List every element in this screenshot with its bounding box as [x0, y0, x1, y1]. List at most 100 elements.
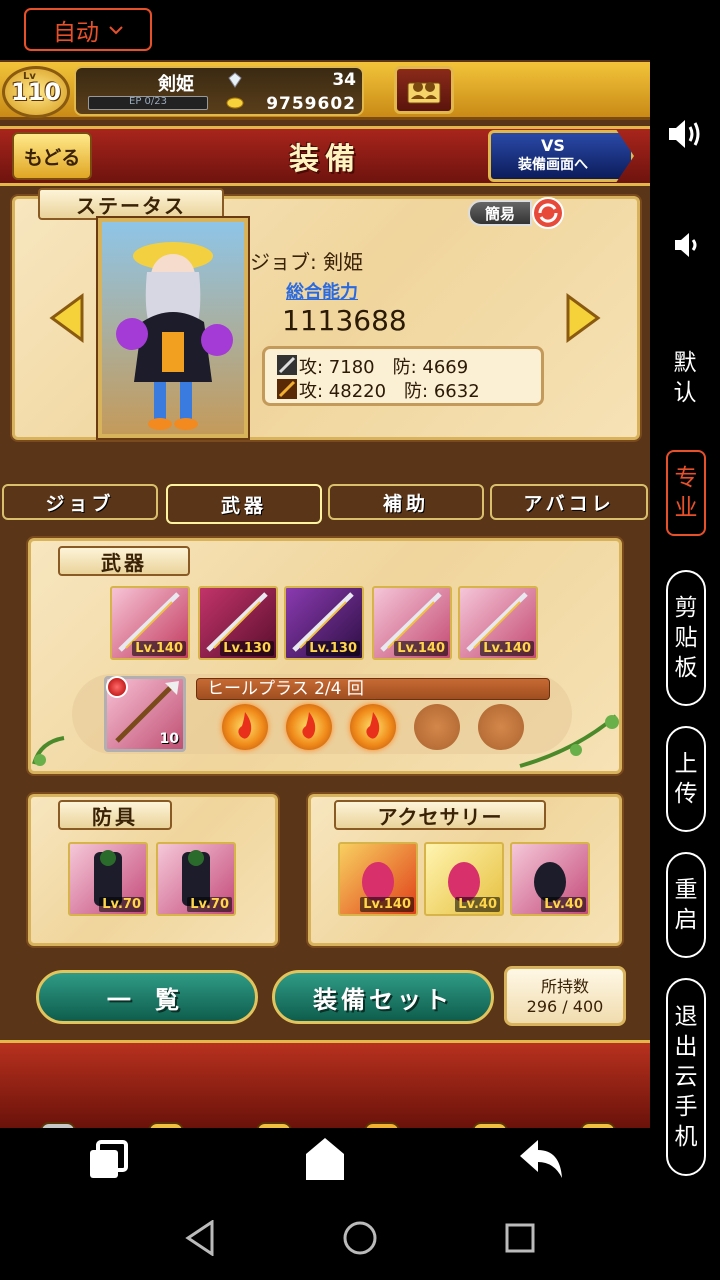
shop-crystal-icon: [357, 1117, 407, 1128]
weapon-slot[interactable]: Lv.140: [110, 586, 190, 660]
tab-weapon[interactable]: 武器: [166, 484, 322, 524]
nav-gacha[interactable]: ガチャ: [224, 1108, 324, 1128]
physical-stats: 攻: 7180 防: 4669: [299, 357, 469, 378]
armor-section-label: 防具: [58, 800, 172, 830]
total-power-value: 1113688: [282, 304, 407, 337]
nav-close-monkey[interactable]: とじる: [548, 1108, 648, 1128]
list-button[interactable]: 一 覧: [36, 970, 258, 1024]
character-portrait[interactable]: [98, 218, 248, 438]
flame-icon: [302, 712, 316, 739]
chevron-down-icon: [109, 25, 123, 34]
android-home-icon[interactable]: [342, 1220, 378, 1256]
player-name: 剣姫: [158, 74, 194, 95]
accessory-slot[interactable]: Lv.40: [424, 842, 504, 916]
accessory-slot[interactable]: Lv.140: [338, 842, 418, 916]
accessory-level: Lv.140: [360, 897, 414, 912]
nav-shop-crystal[interactable]: ショップ: [332, 1108, 432, 1128]
auto-mode-label: 自动: [53, 19, 99, 46]
vine-right-decor: [519, 714, 619, 768]
volume-down-icon[interactable]: [672, 230, 700, 260]
tab-support-label: 補助: [382, 492, 429, 515]
recent-apps-icon[interactable]: [86, 1138, 130, 1182]
game-viewport: Lv 110 剣姫 EP 0/23 34 9759602 もどる 装備 VS 装…: [0, 60, 650, 1128]
staff-icon: [277, 379, 297, 399]
skill-name-bar: ヒールプラス 2/4 回: [196, 678, 550, 700]
weapon-slot[interactable]: Lv.140: [372, 586, 452, 660]
tab-job-label: ジョブ: [45, 492, 115, 515]
equipment-set-button[interactable]: 装備セット: [272, 970, 494, 1024]
sword-icon: [277, 355, 297, 375]
hammer-icon: [141, 1117, 191, 1128]
job-line: ジョブ: 剣姫: [250, 250, 364, 274]
weapon-slot[interactable]: Lv.130: [284, 586, 364, 660]
vs-sub-label: 装備画面へ: [518, 157, 588, 173]
attack-defense-box: 攻: 7180 防: 4669 攻: 48220 防: 6632: [262, 346, 544, 406]
armor-level: Lv.70: [187, 897, 232, 912]
home-icon[interactable]: [304, 1136, 346, 1182]
android-recents-icon[interactable]: [504, 1222, 536, 1254]
flame-icon: [238, 712, 252, 739]
page-title: 装備: [289, 142, 361, 177]
weapon-slot[interactable]: Lv.130: [198, 586, 278, 660]
armor-slot[interactable]: Lv.70: [156, 842, 236, 916]
magic-stats: 攻: 48220 防: 6632: [299, 381, 480, 402]
upload-button[interactable]: 上 传: [666, 726, 706, 832]
vs-label: VS: [541, 136, 565, 155]
back-arrow-icon[interactable]: [518, 1138, 564, 1180]
skill-orb-filled: [222, 704, 268, 750]
friends-button[interactable]: [394, 66, 454, 114]
owned-value: 296 / 400: [526, 997, 604, 1016]
weapon-slot[interactable]: Lv.140: [458, 586, 538, 660]
tab-avatar-collection[interactable]: アバコレ: [490, 484, 648, 520]
tab-job[interactable]: ジョブ: [2, 484, 158, 520]
tab-avatar-label: アバコレ: [523, 492, 615, 515]
owned-count-box: 所持数 296 / 400: [504, 966, 626, 1026]
android-back-icon[interactable]: [184, 1220, 216, 1256]
weapons-section-label: 武器: [58, 546, 190, 576]
weapon-level: Lv.140: [394, 641, 448, 656]
total-power-label: 総合能力: [286, 282, 358, 303]
skill-orb-filled: [286, 704, 332, 750]
skill-orb-filled: [350, 704, 396, 750]
accessory-level: Lv.40: [455, 897, 500, 912]
weapon-level: Lv.140: [480, 641, 534, 656]
vs-compare-button[interactable]: VS 装備画面へ: [488, 130, 634, 182]
ep-label: EP 0/23: [129, 96, 167, 107]
screen: 自动 44ms 默 认 专 业 剪 贴 板 上 传 重 启 退 出 云 手 机 …: [0, 0, 720, 1280]
tab-weapon-label: 武器: [220, 494, 267, 517]
book-people-icon: [407, 82, 441, 104]
red-gem-badge: [106, 676, 128, 698]
auto-mode-dropdown[interactable]: 自动: [24, 8, 152, 51]
tab-support[interactable]: 補助: [328, 484, 484, 520]
nav-equipment[interactable]: 装備: [8, 1108, 108, 1128]
level-value: 110: [10, 78, 62, 106]
exit-cloud-phone-button[interactable]: 退 出 云 手 机: [666, 978, 706, 1176]
armor-slot[interactable]: Lv.70: [68, 842, 148, 916]
simple-view-toggle[interactable]: 簡易: [468, 200, 532, 226]
back-button[interactable]: もどる: [12, 132, 92, 180]
nav-hammer[interactable]: 合成: [116, 1108, 216, 1128]
default-mode-button[interactable]: 默 认: [650, 348, 720, 408]
prev-character-arrow[interactable]: [48, 292, 86, 344]
restart-button[interactable]: 重 启: [666, 852, 706, 958]
nav-gears[interactable]: その他: [440, 1108, 540, 1128]
gem-count: 34: [332, 70, 356, 90]
refresh-icon[interactable]: [530, 196, 566, 230]
volume-up-icon[interactable]: [666, 116, 704, 152]
status-section-label: ステータス: [38, 188, 224, 220]
cloud-phone-side-panel: [650, 0, 720, 1128]
equipment-icon: [33, 1117, 83, 1128]
pro-mode-button[interactable]: 专 业: [666, 450, 706, 536]
clipboard-button[interactable]: 剪 贴 板: [666, 570, 706, 706]
next-character-arrow[interactable]: [564, 292, 602, 344]
weapon-level: Lv.130: [306, 641, 360, 656]
accessory-slot[interactable]: Lv.40: [510, 842, 590, 916]
flame-icon: [366, 712, 380, 739]
accessory-level: Lv.40: [541, 897, 586, 912]
skill-slot-count: 10: [159, 731, 179, 747]
player-info-panel: 剣姫 EP 0/23 34 9759602: [74, 66, 364, 116]
accessory-section-label: アクセサリー: [334, 800, 546, 830]
gold-count: 9759602: [266, 94, 356, 114]
gacha-icon: [249, 1117, 299, 1128]
owned-label: 所持数: [540, 977, 589, 996]
